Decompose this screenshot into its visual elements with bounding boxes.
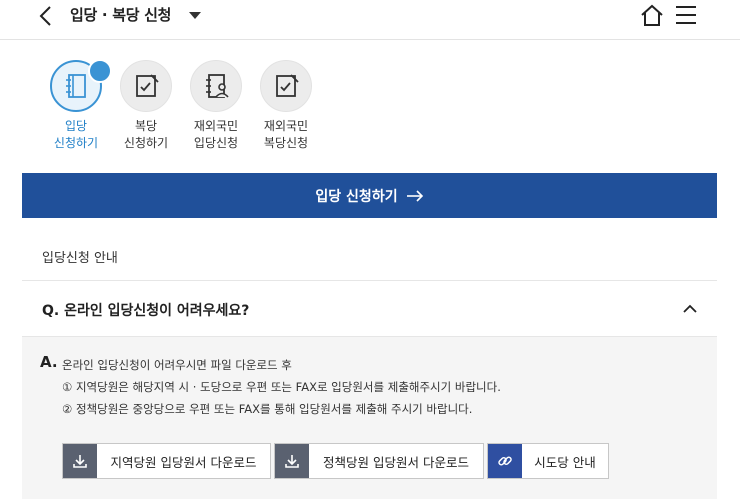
option-icon-circle: [260, 60, 312, 112]
answer-line: 온라인 입당신청이 어려우시면 파일 다운로드 후: [62, 358, 292, 372]
option-label: 복당 신청하기: [123, 119, 169, 150]
caret-down-icon[interactable]: [189, 12, 201, 19]
link-icon: [488, 444, 522, 478]
option-icon-circle: [50, 59, 118, 112]
check-badge-icon: [88, 59, 118, 88]
option-overseas-join-apply[interactable]: 재외국민 입당신청: [186, 60, 246, 152]
join-guide-panel: 입당신청 안내 Q. 온라인 입당신청이 어려우세요? A. 온라인 입당신청이…: [22, 225, 717, 499]
hamburger-menu-icon[interactable]: [675, 5, 697, 25]
faq-question-row[interactable]: Q. 온라인 입당신청이 어려우세요?: [22, 281, 717, 337]
download-icon: [275, 444, 309, 478]
faq-question: Q. 온라인 입당신청이 어려우세요?: [42, 303, 250, 319]
option-label: 재외국민 입당신청: [193, 119, 239, 150]
answer-line: ① 지역당원은 해당지역 시 · 도당으로 우편 또는 FAX로 입당원서를 제…: [62, 380, 501, 394]
document-check-icon: [276, 74, 299, 97]
notebook-person-icon: [206, 74, 229, 98]
provincial-party-info-button[interactable]: 시도당 안내: [487, 443, 609, 479]
download-icon: [63, 444, 97, 478]
option-overseas-rejoin-apply[interactable]: 재외국민 복당신청: [256, 60, 316, 152]
guide-title: 입당신청 안내: [42, 251, 118, 266]
option-join-apply[interactable]: 입당 신청하기: [46, 59, 118, 152]
option-label: 재외국민 복당신청: [263, 119, 309, 150]
option-label: 입당 신청하기: [53, 119, 99, 150]
document-check-icon: [136, 74, 159, 97]
policy-member-form-download-label: 정책당원 입당원서 다운로드: [323, 454, 469, 470]
regional-member-form-download-label: 지역당원 입당원서 다운로드: [110, 454, 257, 470]
answer-line: ② 정책당원은 중앙당으로 우편 또는 FAX를 통해 입당원서를 제출해 주시…: [62, 402, 473, 416]
arrow-right-icon: [406, 190, 423, 202]
answer-prefix: A.: [40, 353, 58, 371]
provincial-party-info-label: 시도당 안내: [534, 454, 596, 470]
chevron-up-icon[interactable]: [683, 302, 697, 316]
option-rejoin-apply[interactable]: 복당 신청하기: [116, 60, 176, 152]
join-apply-button-label: 입당 신청하기: [315, 188, 398, 205]
option-icon-circle: [120, 60, 172, 112]
app-header: 입당 · 복당 신청: [0, 0, 740, 40]
join-apply-button[interactable]: 입당 신청하기: [22, 173, 717, 218]
regional-member-form-download-button[interactable]: 지역당원 입당원서 다운로드: [62, 443, 271, 479]
page-title[interactable]: 입당 · 복당 신청: [70, 4, 171, 25]
home-icon[interactable]: [640, 3, 664, 27]
notebook-icon: [66, 74, 86, 98]
guide-header: 입당신청 안내: [22, 225, 717, 281]
option-icon-circle: [190, 60, 242, 112]
policy-member-form-download-button[interactable]: 정책당원 입당원서 다운로드: [274, 443, 484, 479]
chevron-left-icon[interactable]: [34, 4, 58, 28]
